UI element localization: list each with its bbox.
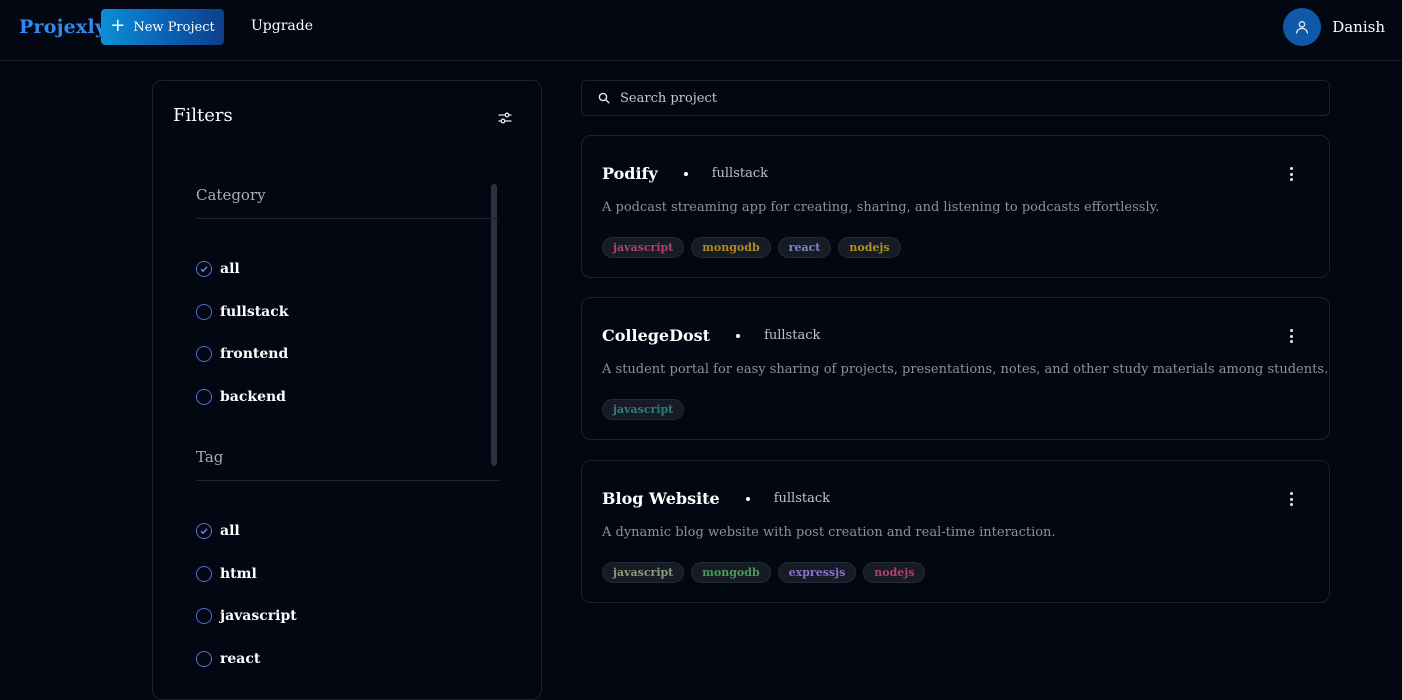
project-description: A student portal for easy sharing of pro… [602,362,1329,377]
tag-option-all[interactable]: all [196,523,240,539]
separator-dot [683,171,688,176]
project-category: fullstack [711,166,769,181]
more-options-icon[interactable] [1283,328,1299,344]
plus-icon: + [110,15,126,36]
category-option-label: fullstack [220,304,289,320]
category-option-label: backend [220,389,286,405]
tag-chip[interactable]: javascript [602,399,685,420]
project-tags: javascript mongodb expressjs nodejs [602,562,926,583]
project-tags: javascript [602,399,685,420]
tag-label: Tag [196,448,224,466]
project-header: Blog Website fullstack [602,489,830,508]
radio-icon[interactable] [196,608,212,624]
tag-option-label: react [220,651,261,667]
category-divider [196,218,499,219]
tag-option-html[interactable]: html [196,566,257,582]
category-option-label: all [220,261,240,277]
tag-option-label: all [220,523,240,539]
filters-panel: Filters Category all fullstack frontend … [152,80,542,700]
radio-checked-icon[interactable] [196,523,212,539]
tag-chip[interactable]: mongodb [691,237,771,258]
radio-checked-icon[interactable] [196,261,212,277]
separator-dot [745,496,750,501]
tag-chip[interactable]: expressjs [777,562,857,583]
category-option-frontend[interactable]: frontend [196,346,288,362]
category-option-all[interactable]: all [196,261,240,277]
project-header: CollegeDost fullstack [602,326,820,345]
tag-chip[interactable]: react [777,237,832,258]
tag-chip[interactable]: mongodb [691,562,771,583]
category-option-fullstack[interactable]: fullstack [196,304,288,320]
search-input[interactable] [620,90,1300,106]
tag-option-javascript[interactable]: javascript [196,608,297,624]
radio-icon[interactable] [196,566,212,582]
user-name: Danish [1332,18,1385,36]
new-project-button[interactable]: + New Project [101,9,224,45]
tag-chip[interactable]: nodejs [838,237,901,258]
radio-icon[interactable] [196,304,212,320]
project-header: Podify fullstack [602,164,768,183]
filters-title: Filters [173,105,233,126]
more-options-icon[interactable] [1283,491,1299,507]
tag-option-label: html [220,566,257,582]
search-icon [598,92,610,104]
project-tags: javascript mongodb react nodejs [602,237,901,258]
tag-chip[interactable]: javascript [602,562,685,583]
more-options-icon[interactable] [1283,166,1299,182]
new-project-label: New Project [133,19,215,35]
radio-icon[interactable] [196,651,212,667]
brand-logo[interactable]: Projexly [19,16,106,38]
radio-icon[interactable] [196,389,212,405]
project-card[interactable]: Blog Website fullstack A dynamic blog we… [581,460,1330,603]
avatar[interactable] [1283,8,1322,46]
top-navbar: Projexly + New Project Upgrade Danish [0,0,1402,61]
project-description: A podcast streaming app for creating, sh… [602,200,1160,215]
project-category: fullstack [773,491,831,506]
project-name[interactable]: CollegeDost [602,326,710,345]
user-icon [1296,21,1309,34]
project-description: A dynamic blog website with post creatio… [602,525,1056,540]
user-menu[interactable]: Danish [1283,8,1385,46]
tag-option-react[interactable]: react [196,651,260,667]
search-bar[interactable] [581,80,1330,116]
tag-chip[interactable]: nodejs [863,562,926,583]
project-name[interactable]: Blog Website [602,489,720,508]
separator-dot [736,333,741,338]
category-option-backend[interactable]: backend [196,389,286,405]
sliders-icon[interactable] [497,110,513,126]
project-name[interactable]: Podify [602,164,658,183]
category-option-label: frontend [220,346,289,362]
tag-divider [196,480,499,481]
project-category: fullstack [764,328,821,343]
upgrade-link[interactable]: Upgrade [251,18,313,34]
category-label: Category [196,186,266,204]
tag-chip[interactable]: javascript [602,237,685,258]
radio-icon[interactable] [196,346,212,362]
project-card[interactable]: Podify fullstack A podcast streaming app… [581,135,1330,278]
filters-scrollbar[interactable] [491,184,497,466]
tag-option-label: javascript [220,608,297,624]
project-card[interactable]: CollegeDost fullstack A student portal f… [581,297,1330,440]
